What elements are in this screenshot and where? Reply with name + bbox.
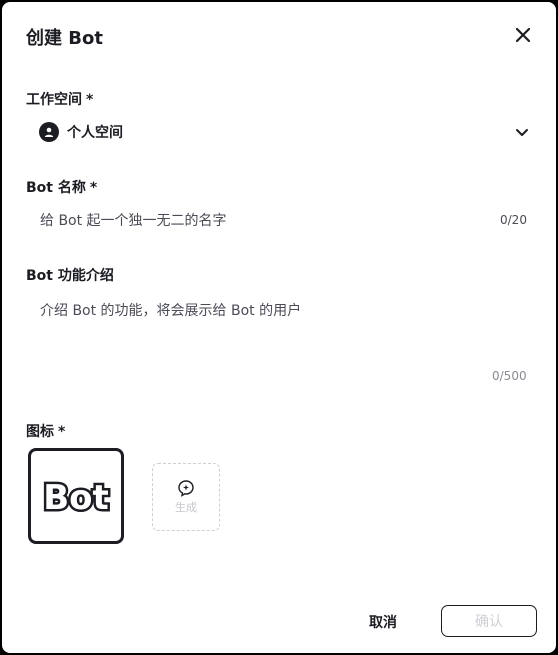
- bot-name-counter: 0/20: [500, 213, 527, 227]
- bot-logo-icon: Bot: [41, 476, 112, 516]
- generate-icon-button[interactable]: 生成: [152, 463, 220, 531]
- create-bot-dialog: 创建 Bot 工作空间* 个人空间 Bot 名称* 0/20 Bot 功能介绍 …: [2, 2, 556, 653]
- chevron-down-icon: [516, 129, 528, 136]
- bot-name-input[interactable]: [26, 206, 534, 236]
- user-icon: [39, 122, 59, 142]
- svg-text:Bot: Bot: [43, 478, 109, 516]
- icon-label: 图标 *: [26, 421, 65, 441]
- required-mark: *: [58, 424, 66, 440]
- close-button[interactable]: [512, 24, 534, 46]
- close-icon: [515, 27, 531, 43]
- bot-icon-tile[interactable]: Bot: [28, 448, 124, 544]
- bot-description-field: [26, 297, 534, 377]
- required-mark: *: [89, 180, 98, 196]
- workspace-label-text: 工作空间: [26, 92, 82, 108]
- workspace-selected-value: 个人空间: [67, 125, 123, 141]
- cancel-button[interactable]: 取消: [358, 608, 408, 636]
- bot-description-textarea[interactable]: [26, 297, 534, 367]
- dialog-title: 创建 Bot: [26, 28, 103, 49]
- confirm-button[interactable]: 确认: [441, 605, 537, 637]
- bot-name-label: Bot 名称 *: [26, 177, 97, 197]
- ai-generate-icon: [178, 480, 194, 497]
- bot-description-counter: 0/500: [492, 369, 527, 383]
- workspace-select[interactable]: 个人空间: [26, 116, 534, 148]
- bot-name-field: [26, 206, 534, 236]
- icon-label-text: 图标: [26, 424, 54, 440]
- bot-description-label: Bot 功能介绍: [26, 268, 114, 284]
- required-mark: *: [86, 92, 94, 108]
- bot-name-label-text: Bot 名称: [26, 180, 86, 196]
- generate-label: 生成: [175, 501, 197, 514]
- workspace-label: 工作空间 *: [26, 89, 93, 109]
